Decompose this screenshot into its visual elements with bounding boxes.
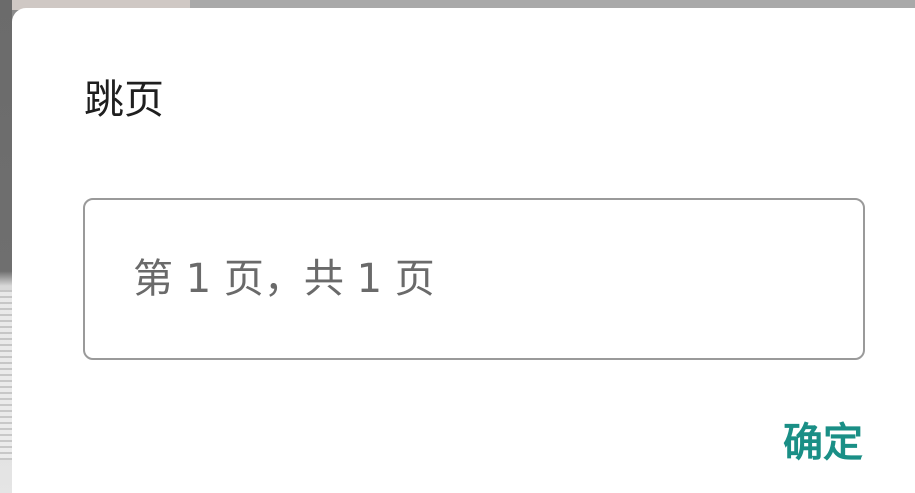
background-comic-edge <box>0 290 12 460</box>
page-number-input[interactable] <box>83 198 865 360</box>
dialog-title: 跳页 <box>84 77 164 123</box>
background-toolbar-strip <box>190 0 915 8</box>
confirm-button[interactable]: 确定 <box>783 421 863 465</box>
jump-to-page-dialog: 跳页 确定 <box>12 8 915 493</box>
